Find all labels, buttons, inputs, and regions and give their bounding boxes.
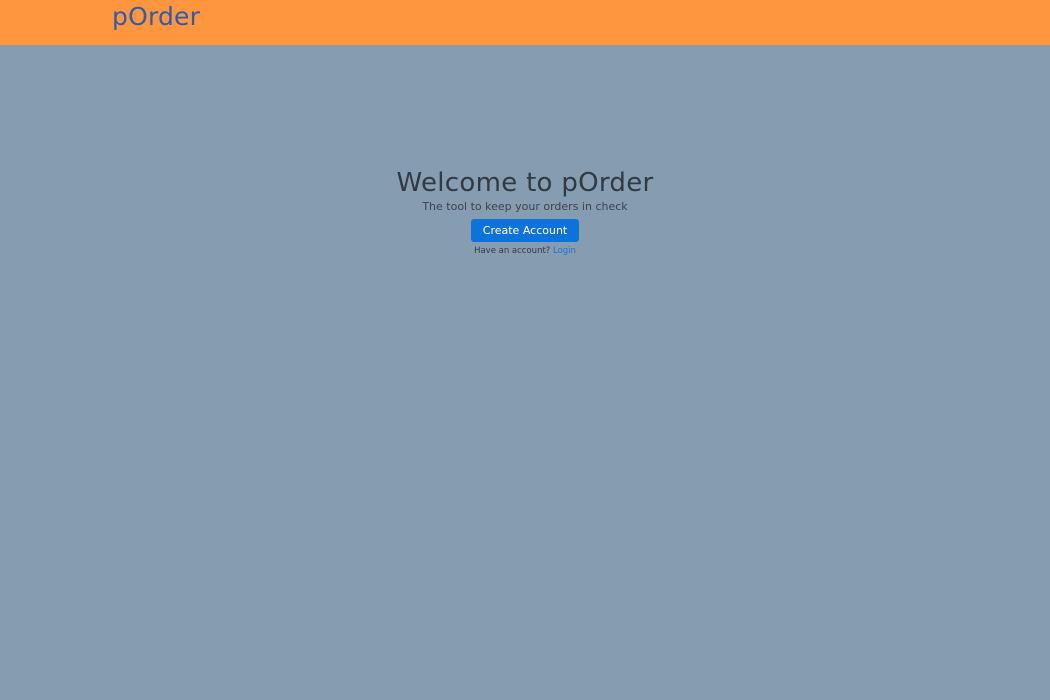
create-account-button[interactable]: Create Account xyxy=(470,219,580,242)
have-account-text: Have an account? xyxy=(474,246,551,256)
brand-logo-link[interactable]: pOrder xyxy=(112,2,200,32)
login-link[interactable]: Login xyxy=(553,246,576,256)
welcome-section: Welcome to pOrder The tool to keep your … xyxy=(0,166,1050,257)
top-navbar: pOrder xyxy=(0,0,1050,45)
page-title: Welcome to pOrder xyxy=(396,168,654,198)
login-prompt: Have an account? Login xyxy=(0,245,1050,257)
tagline: The tool to keep your orders in check xyxy=(422,200,628,213)
